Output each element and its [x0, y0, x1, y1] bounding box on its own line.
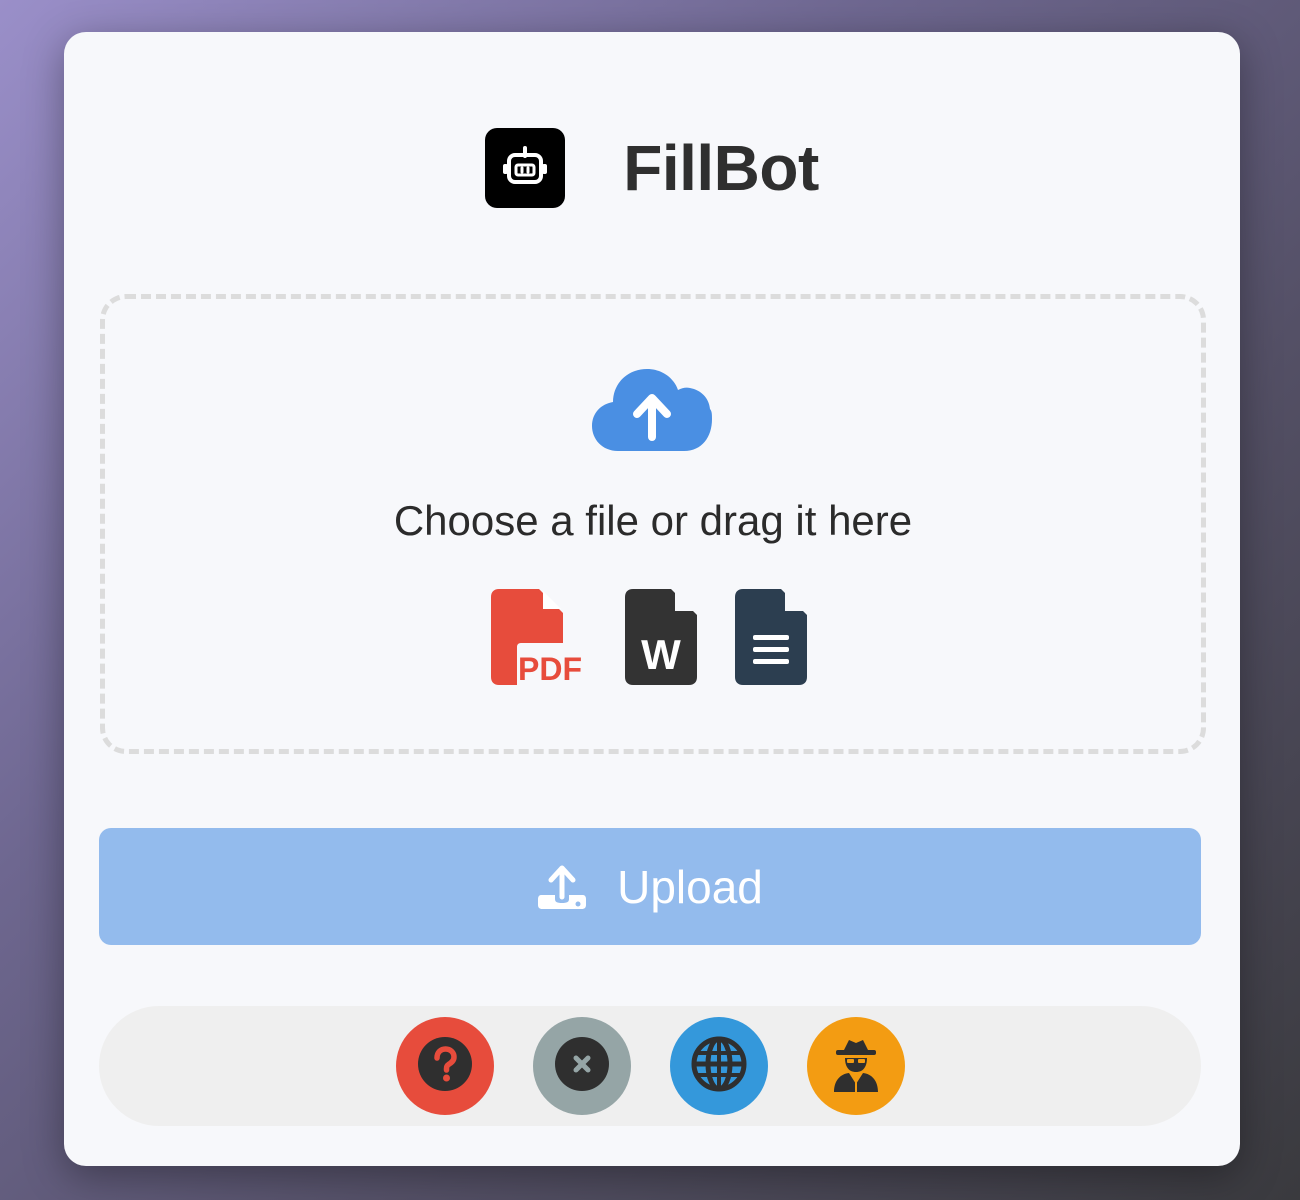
incognito-button[interactable]	[806, 1017, 905, 1115]
cloud-upload-icon	[592, 367, 712, 458]
language-button[interactable]	[669, 1017, 768, 1115]
close-icon	[554, 1036, 610, 1097]
globe-icon	[691, 1036, 747, 1097]
text-file-icon	[735, 589, 807, 690]
word-file-icon: W	[625, 589, 697, 690]
upload-icon	[537, 863, 587, 911]
main-card: FillBot Choose a file or drag it here PD…	[64, 32, 1240, 1166]
close-button[interactable]	[532, 1017, 631, 1115]
upload-button-label: Upload	[617, 860, 763, 913]
app-header: FillBot	[64, 128, 1240, 208]
file-dropzone[interactable]: Choose a file or drag it here PDF W	[100, 294, 1206, 754]
upload-button[interactable]: Upload	[99, 828, 1201, 945]
question-icon	[417, 1036, 473, 1097]
dropzone-instruction: Choose a file or drag it here	[393, 497, 913, 544]
app-title: FillBot	[623, 132, 819, 204]
action-toolbar	[99, 1006, 1201, 1126]
svg-text:W: W	[641, 631, 681, 678]
supported-file-types: PDF W	[491, 589, 845, 690]
robot-icon	[485, 128, 566, 208]
svg-text:PDF: PDF	[518, 651, 582, 685]
help-button[interactable]	[395, 1017, 494, 1115]
spy-icon	[828, 1036, 884, 1097]
pdf-file-icon: PDF	[491, 589, 587, 690]
